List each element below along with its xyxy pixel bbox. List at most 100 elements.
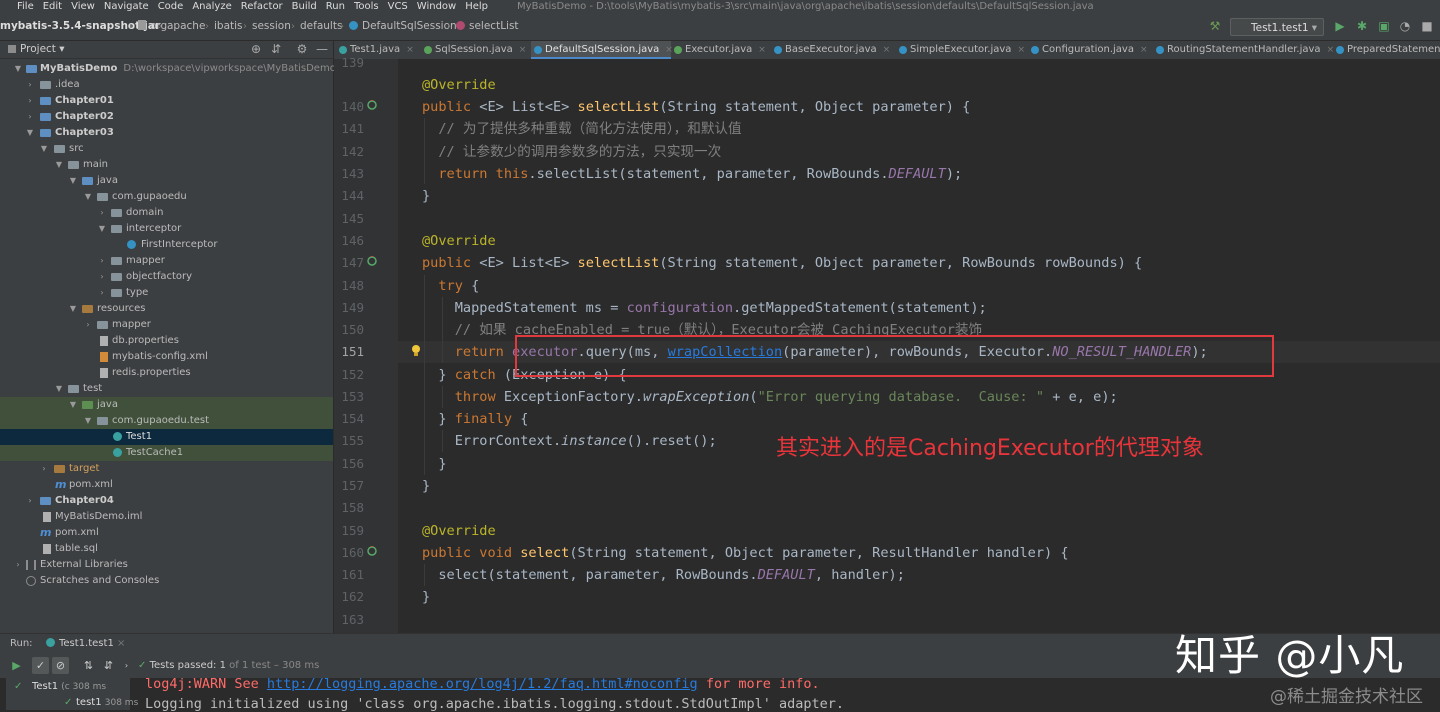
tree-item-mybatis-config[interactable]: mybatis-config.xml — [0, 349, 333, 365]
collapse-all-icon[interactable]: ⇵ — [269, 42, 283, 56]
menu-vcs[interactable]: VCS — [388, 2, 408, 12]
tree-item-chapter03[interactable]: ▼ Chapter03 — [0, 125, 333, 141]
line-number: 162 — [341, 589, 364, 604]
project-panel-title[interactable]: Project ▾ — [20, 41, 65, 58]
menu-navigate[interactable]: Navigate — [104, 2, 149, 12]
tree-item-package[interactable]: ▼ com.gupaoedu — [0, 189, 333, 205]
line-number: 160 — [341, 545, 364, 560]
tree-item-type[interactable]: › type — [0, 285, 333, 301]
menu-build[interactable]: Build — [292, 2, 317, 12]
breadcrumb-method[interactable]: selectList — [456, 12, 519, 41]
tree-item-external-libraries[interactable]: › External Libraries — [0, 557, 333, 573]
tree-item-iml[interactable]: MyBatisDemo.iml — [0, 509, 333, 525]
tree-item-mybatisdemo[interactable]: ▼ MyBatisDemo D:\workspace\vipworkspace\My… — [0, 61, 336, 77]
test-class-node[interactable]: ✓ Test1 (c 308 ms — [14, 681, 106, 692]
tree-item-src[interactable]: ▼ src — [0, 141, 333, 157]
tab-baseexecutor[interactable]: BaseExecutor.java × — [771, 41, 896, 59]
tree-item-target[interactable]: › target — [0, 461, 333, 477]
line-number: 141 — [341, 121, 364, 136]
line-number: 153 — [341, 389, 364, 404]
rerun-icon[interactable]: ▶ — [8, 657, 25, 674]
sort-icon[interactable]: ⇅ — [80, 657, 97, 674]
tree-item-objectfactory[interactable]: › objectfactory — [0, 269, 333, 285]
hammer-build-icon[interactable]: ⚒ — [1208, 19, 1222, 33]
tree-item-testcache1[interactable]: TestCache1 — [0, 445, 333, 461]
profile-icon[interactable]: ◔ — [1398, 19, 1412, 33]
tree-item-test1[interactable]: Test1 — [0, 429, 333, 445]
menu-file[interactable]: File — [17, 2, 34, 12]
tree-item-scratches[interactable]: Scratches and Consoles — [0, 573, 333, 589]
override-marker-icon[interactable] — [367, 546, 377, 556]
line-number: 157 — [341, 478, 364, 493]
code-line: @Override — [422, 233, 496, 249]
menu-refactor[interactable]: Refactor — [241, 2, 283, 12]
minimize-icon[interactable]: — — [315, 42, 329, 56]
tree-item-resources-mapper[interactable]: › mapper — [0, 317, 333, 333]
tree-item-pom-chapter03[interactable]: m pom.xml — [0, 477, 333, 493]
run-icon[interactable]: ▶ — [1333, 19, 1347, 33]
tree-item-table-sql[interactable]: table.sql — [0, 541, 333, 557]
tree-item-interceptor[interactable]: ▼ interceptor — [0, 221, 333, 237]
menu-analyze[interactable]: Analyze — [192, 2, 231, 12]
coverage-icon[interactable]: ▣ — [1377, 19, 1391, 33]
tree-item-resources[interactable]: ▼ resources — [0, 301, 333, 317]
tab-defaultsqlsession[interactable]: DefaultSqlSession.java × — [531, 41, 673, 59]
run-config-dropdown[interactable]: Test1.test1 — [1230, 18, 1324, 37]
tree-item-domain[interactable]: › domain — [0, 205, 333, 221]
breadcrumb-apache[interactable]: apache — [167, 12, 205, 41]
breadcrumb-org[interactable]: org — [138, 12, 167, 41]
breadcrumb-jar[interactable]: mybatis-3.5.4-snapshot.jar — [0, 12, 160, 41]
tree-item-idea[interactable]: › .idea — [0, 77, 333, 93]
show-passed-icon[interactable]: ✓ — [32, 657, 49, 674]
project-tree: ▼ MyBatisDemo D:\workspace\vipworkspace\My… — [0, 59, 336, 633]
class-icon — [349, 21, 358, 30]
stop-icon[interactable]: ■ — [1420, 19, 1434, 33]
gear-icon[interactable]: ⚙ — [295, 42, 309, 56]
tree-item-java[interactable]: ▼ java — [0, 173, 333, 189]
breadcrumb-session[interactable]: session — [252, 12, 291, 41]
menu-run[interactable]: Run — [326, 2, 345, 12]
tree-item-test[interactable]: ▼ test — [0, 381, 333, 397]
breadcrumb-ibatis[interactable]: ibatis — [214, 12, 243, 41]
show-ignored-icon[interactable]: ⊘ — [52, 657, 69, 674]
menu-help[interactable]: Help — [465, 2, 488, 12]
breadcrumb-separator: › — [447, 21, 451, 32]
menu-window[interactable]: Window — [417, 2, 456, 12]
run-config-tab[interactable]: Test1.test1 × — [46, 638, 125, 649]
tree-item-main[interactable]: ▼ main — [0, 157, 333, 173]
menu-tools[interactable]: Tools — [354, 2, 379, 12]
console-link[interactable]: http://logging.apache.org/log4j/1.2/faq.… — [267, 676, 698, 692]
tree-item-pom-root[interactable]: m pom.xml — [0, 525, 333, 541]
tab-configuration[interactable]: Configuration.java × — [1028, 41, 1153, 59]
breadcrumb-defaults[interactable]: defaults — [300, 12, 342, 41]
tab-preparedstatementhandler[interactable]: PreparedStatementHandler.java — [1333, 41, 1440, 59]
breadcrumb-class[interactable]: DefaultSqlSession — [349, 12, 457, 41]
locate-icon[interactable]: ⊕ — [249, 42, 263, 56]
tree-item-chapter04[interactable]: › Chapter04 — [0, 493, 333, 509]
debug-icon[interactable]: ✱ — [1355, 19, 1369, 33]
test-method-node[interactable]: ✓ test1 308 ms — [64, 697, 138, 708]
override-marker-icon[interactable] — [367, 100, 377, 110]
tree-item-db-properties[interactable]: db.properties — [0, 333, 333, 349]
tab-sqlsession[interactable]: SqlSession.java × — [421, 41, 531, 59]
tree-item-redis-properties[interactable]: redis.properties — [0, 365, 333, 381]
tree-item-firstinterceptor[interactable]: FirstInterceptor — [0, 237, 333, 253]
sort-duration-icon[interactable]: ⇵ — [100, 657, 117, 674]
menu-view[interactable]: View — [71, 2, 95, 12]
tab-simpleexecutor[interactable]: SimpleExecutor.java × — [896, 41, 1028, 59]
line-number: 159 — [341, 523, 364, 538]
lightbulb-icon[interactable] — [410, 344, 422, 358]
tab-routingstatementhandler[interactable]: RoutingStatementHandler.java × — [1153, 41, 1334, 59]
expand-icon[interactable]: › — [118, 657, 135, 674]
tree-item-test-java[interactable]: ▼ java — [0, 397, 333, 413]
watermark: 知乎 @小凡 — [1175, 631, 1405, 680]
menu-code[interactable]: Code — [158, 2, 184, 12]
tab-executor[interactable]: Executor.java × — [671, 41, 771, 59]
line-number: 144 — [341, 188, 364, 203]
menu-edit[interactable]: Edit — [43, 2, 62, 12]
tree-item-chapter02[interactable]: › Chapter02 — [0, 109, 333, 125]
override-marker-icon[interactable] — [367, 256, 377, 266]
tree-item-chapter01[interactable]: › Chapter01 — [0, 93, 333, 109]
tree-item-test-package[interactable]: ▼ com.gupaoedu.test — [0, 413, 333, 429]
tree-item-mapper[interactable]: › mapper — [0, 253, 333, 269]
